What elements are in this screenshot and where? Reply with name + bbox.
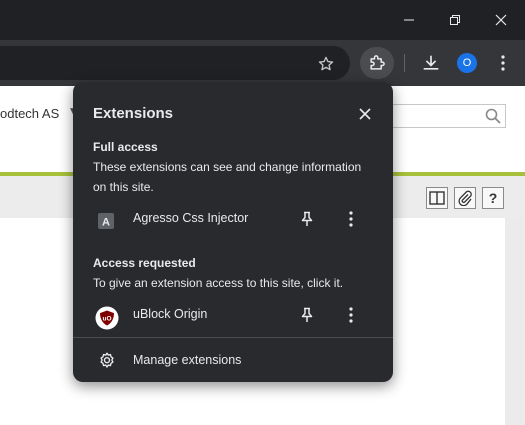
pin-icon (301, 307, 313, 322)
minimize-button[interactable] (386, 0, 432, 40)
star-icon (318, 56, 334, 71)
browser-menu-button[interactable] (493, 51, 513, 75)
manage-extensions-button[interactable]: Manage extensions (73, 345, 393, 375)
access-requested-description: To give an extension access to this site… (93, 276, 344, 290)
restore-button[interactable] (432, 0, 478, 40)
access-requested-heading: Access requested (93, 256, 196, 270)
pin-button[interactable] (297, 209, 317, 229)
extension-more-button[interactable] (341, 209, 361, 229)
split-view-icon (429, 191, 445, 205)
gear-icon (97, 350, 117, 370)
search-icon[interactable] (484, 107, 502, 125)
minimize-icon (404, 19, 414, 21)
close-icon (359, 108, 371, 120)
help-label: ? (488, 190, 498, 206)
company-name[interactable]: odtech AS (0, 106, 59, 121)
restore-icon (450, 15, 460, 25)
extensions-popup: Extensions Full access These extensions … (73, 82, 393, 382)
address-bar[interactable] (0, 46, 350, 80)
extension-row-agresso[interactable]: A Agresso Css Injector (73, 201, 393, 235)
attachment-button[interactable] (454, 187, 476, 209)
more-vertical-icon (501, 55, 505, 71)
popup-title: Extensions (93, 105, 174, 122)
extension-name: Agresso Css Injector (133, 211, 249, 225)
profile-avatar[interactable]: O (457, 53, 477, 73)
full-access-description: These extensions can see and change info… (93, 160, 362, 194)
bookmark-button[interactable] (311, 52, 341, 76)
browser-toolbar: O (0, 40, 525, 86)
close-icon (495, 14, 507, 26)
puzzle-icon (370, 55, 385, 70)
window-close-button[interactable] (478, 0, 524, 40)
split-view-button[interactable] (426, 187, 448, 209)
extension-name: uBlock Origin (133, 307, 208, 321)
pin-icon (301, 211, 313, 226)
more-vertical-icon (349, 307, 353, 323)
agresso-icon-letter: A (102, 217, 110, 229)
ublock-origin-icon: uO (95, 306, 119, 330)
agresso-extension-icon: A (95, 210, 117, 232)
toolbar-separator (404, 54, 405, 72)
download-icon (423, 55, 439, 70)
downloads-button[interactable] (417, 50, 445, 76)
popup-close-button[interactable] (353, 102, 377, 126)
paperclip-icon (458, 190, 472, 206)
extension-more-button[interactable] (341, 305, 361, 325)
browser-titlebar (0, 0, 525, 40)
ublock-icon-letter: uO (102, 316, 111, 323)
more-vertical-icon (349, 211, 353, 227)
manage-extensions-label: Manage extensions (133, 353, 242, 367)
extension-row-ublock[interactable]: uO uBlock Origin (73, 297, 393, 331)
popup-divider (73, 337, 393, 338)
help-button[interactable]: ? (482, 187, 504, 209)
extensions-button[interactable] (360, 47, 394, 79)
pin-button[interactable] (297, 305, 317, 325)
full-access-heading: Full access (93, 140, 158, 154)
